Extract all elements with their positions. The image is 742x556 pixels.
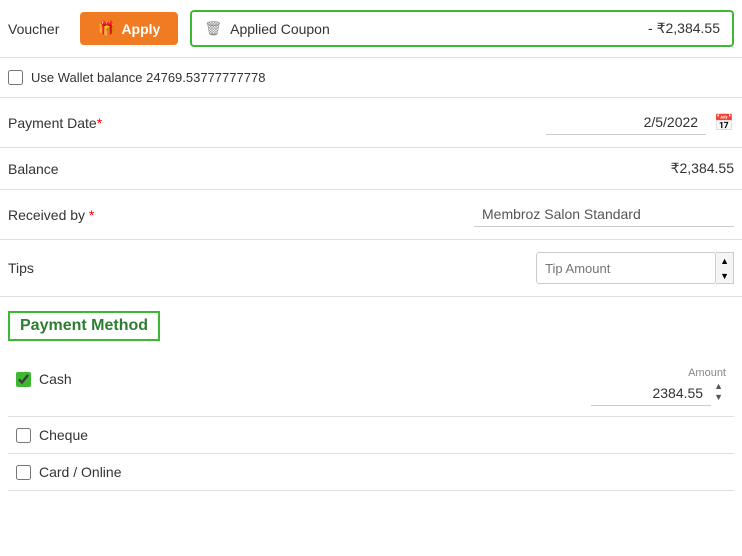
cash-amount-section: Amount ▲ ▼ [546, 367, 726, 406]
calendar-icon[interactable]: 📅 [714, 113, 734, 133]
main-container: Voucher 🎁 Apply 🗑 Applied Coupon - ₹2,38… [0, 0, 742, 499]
applied-coupon-text: Applied Coupon [230, 21, 330, 37]
cash-row: Cash Amount ▲ ▼ [8, 357, 734, 417]
applied-coupon-box: 🗑 Applied Coupon - ₹2,384.55 [190, 10, 734, 47]
payment-method-section: Payment Method Cash Amount ▲ ▼ C [0, 297, 742, 499]
amount-label: Amount [688, 367, 726, 379]
cash-checkbox[interactable] [16, 372, 31, 387]
payment-date-row: Payment Date* 📅 [0, 98, 742, 148]
voucher-label: Voucher [8, 21, 68, 37]
balance-amount: ₹2,384.55 [671, 160, 734, 177]
tip-spinner-down[interactable]: ▼ [716, 268, 733, 283]
tips-value: ▲ ▼ [208, 252, 734, 284]
amount-input-wrapper: ▲ ▼ [591, 381, 726, 406]
cheque-checkbox[interactable] [16, 428, 31, 443]
cash-label: Cash [39, 371, 546, 387]
received-by-label: Received by * [8, 207, 208, 223]
balance-row: Balance ₹2,384.55 [0, 148, 742, 190]
tips-row: Tips ▲ ▼ [0, 240, 742, 297]
top-row: Voucher 🎁 Apply 🗑 Applied Coupon - ₹2,38… [0, 0, 742, 58]
amount-spinner-down[interactable]: ▼ [711, 392, 726, 403]
apply-button[interactable]: 🎁 Apply [80, 12, 178, 45]
applied-coupon-amount: - ₹2,384.55 [648, 20, 720, 37]
wallet-checkbox[interactable] [8, 70, 23, 85]
received-by-input[interactable] [474, 202, 734, 227]
balance-label: Balance [8, 161, 208, 177]
tip-spinners: ▲ ▼ [716, 252, 734, 284]
card-online-label: Card / Online [39, 464, 726, 480]
amount-spinners: ▲ ▼ [711, 381, 726, 406]
tip-wrapper: ▲ ▼ [536, 252, 734, 284]
gift-icon: 🎁 [98, 20, 115, 37]
cash-amount-input[interactable] [591, 381, 711, 406]
payment-date-value: 📅 [208, 110, 734, 135]
payment-method-heading: Payment Method [8, 311, 160, 341]
payment-date-label: Payment Date* [8, 115, 208, 131]
cheque-row: Cheque [8, 417, 734, 454]
applied-coupon-left: 🗑 Applied Coupon [204, 20, 329, 37]
tips-label: Tips [8, 260, 208, 276]
received-by-star: * [85, 207, 94, 223]
tip-spinner-up[interactable]: ▲ [716, 253, 733, 268]
wallet-row: Use Wallet balance 24769.53777777778 [0, 58, 742, 98]
card-online-row: Card / Online [8, 454, 734, 491]
card-online-checkbox[interactable] [16, 465, 31, 480]
cash-left: Cash [16, 367, 546, 387]
balance-value: ₹2,384.55 [208, 160, 734, 177]
wallet-label: Use Wallet balance 24769.53777777778 [31, 70, 265, 85]
cheque-label: Cheque [39, 427, 726, 443]
payment-date-input[interactable] [546, 110, 706, 135]
tip-amount-input[interactable] [536, 252, 716, 284]
required-star: * [97, 115, 102, 131]
trash-icon[interactable]: 🗑 [204, 20, 222, 37]
amount-spinner-up[interactable]: ▲ [711, 381, 726, 392]
received-by-row: Received by * [0, 190, 742, 240]
received-by-value [208, 202, 734, 227]
